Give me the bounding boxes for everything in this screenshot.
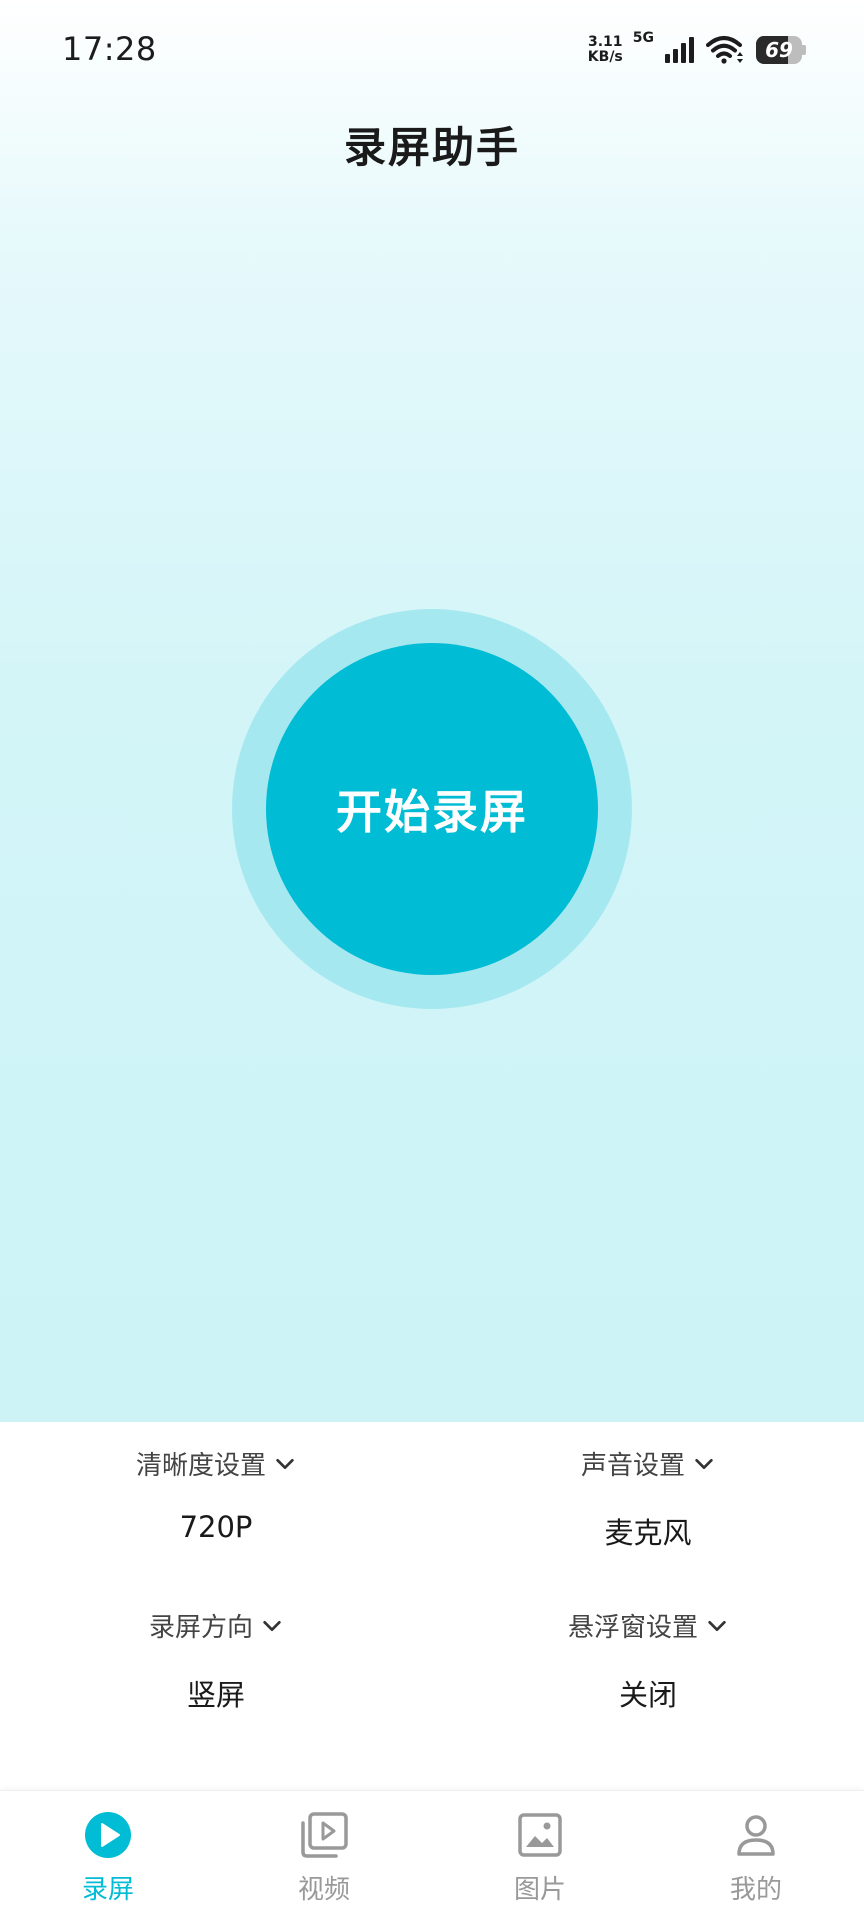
image-icon — [518, 1813, 562, 1857]
battery-level: 69 — [765, 38, 793, 62]
person-icon — [737, 1815, 775, 1856]
floating-window-value: 关闭 — [618, 1678, 677, 1712]
audio-setting: 声音设置 麦克风 — [432, 1445, 864, 1552]
orientation-setting: 录屏方向 竖屏 — [0, 1607, 432, 1714]
floating-window-label: 悬浮窗设置 — [567, 1613, 698, 1643]
chevron-down-icon — [708, 1620, 726, 1631]
nav-label-record: 录屏 — [81, 1875, 134, 1905]
floating-window-dropdown[interactable]: 悬浮窗设置 — [568, 1607, 728, 1644]
resolution-dropdown[interactable]: 清晰度设置 — [136, 1445, 296, 1482]
chevron-down-icon — [276, 1458, 294, 1469]
nav-item-record[interactable]: 录屏 — [0, 1791, 216, 1921]
start-recording-label: 开始录屏 — [336, 785, 528, 839]
orientation-dropdown[interactable]: 录屏方向 — [149, 1607, 283, 1644]
network-type: 5G — [632, 30, 654, 46]
status-icons: 3.11 KB/s 5G 69 — [588, 28, 806, 72]
network-speed: 3.11 KB/s — [588, 35, 623, 65]
nav-label-images: 图片 — [513, 1875, 566, 1905]
audio-value: 麦克风 — [604, 1516, 692, 1550]
battery-icon: 69 — [756, 36, 806, 64]
page-title: 录屏助手 — [343, 123, 520, 172]
wifi-icon — [706, 36, 743, 64]
video-library-icon — [301, 1812, 348, 1858]
play-circle-icon — [85, 1812, 131, 1858]
bottom-nav: 录屏 视频 图片 我的 — [0, 1790, 864, 1921]
start-recording-button[interactable]: 开始录屏 — [266, 643, 598, 975]
floating-window-setting: 悬浮窗设置 关闭 — [432, 1607, 864, 1714]
nav-label-video: 视频 — [297, 1875, 350, 1905]
resolution-setting: 清晰度设置 720P — [0, 1445, 432, 1544]
audio-label: 声音设置 — [580, 1451, 685, 1481]
orientation-value: 竖屏 — [186, 1678, 245, 1712]
chevron-down-icon — [263, 1620, 281, 1631]
audio-dropdown[interactable]: 声音设置 — [581, 1445, 715, 1482]
nav-label-profile: 我的 — [729, 1875, 782, 1905]
resolution-label: 清晰度设置 — [135, 1451, 266, 1481]
network-speed-unit: KB/s — [587, 49, 623, 65]
signal-icon — [665, 37, 694, 63]
network-speed-value: 3.11 — [588, 34, 623, 50]
nav-item-video[interactable]: 视频 — [216, 1791, 432, 1921]
nav-item-images[interactable]: 图片 — [432, 1791, 648, 1921]
status-time: 17:28 — [62, 30, 157, 68]
chevron-down-icon — [695, 1458, 713, 1469]
orientation-label: 录屏方向 — [148, 1613, 253, 1643]
resolution-value: 720P — [179, 1510, 253, 1544]
nav-item-profile[interactable]: 我的 — [648, 1791, 864, 1921]
